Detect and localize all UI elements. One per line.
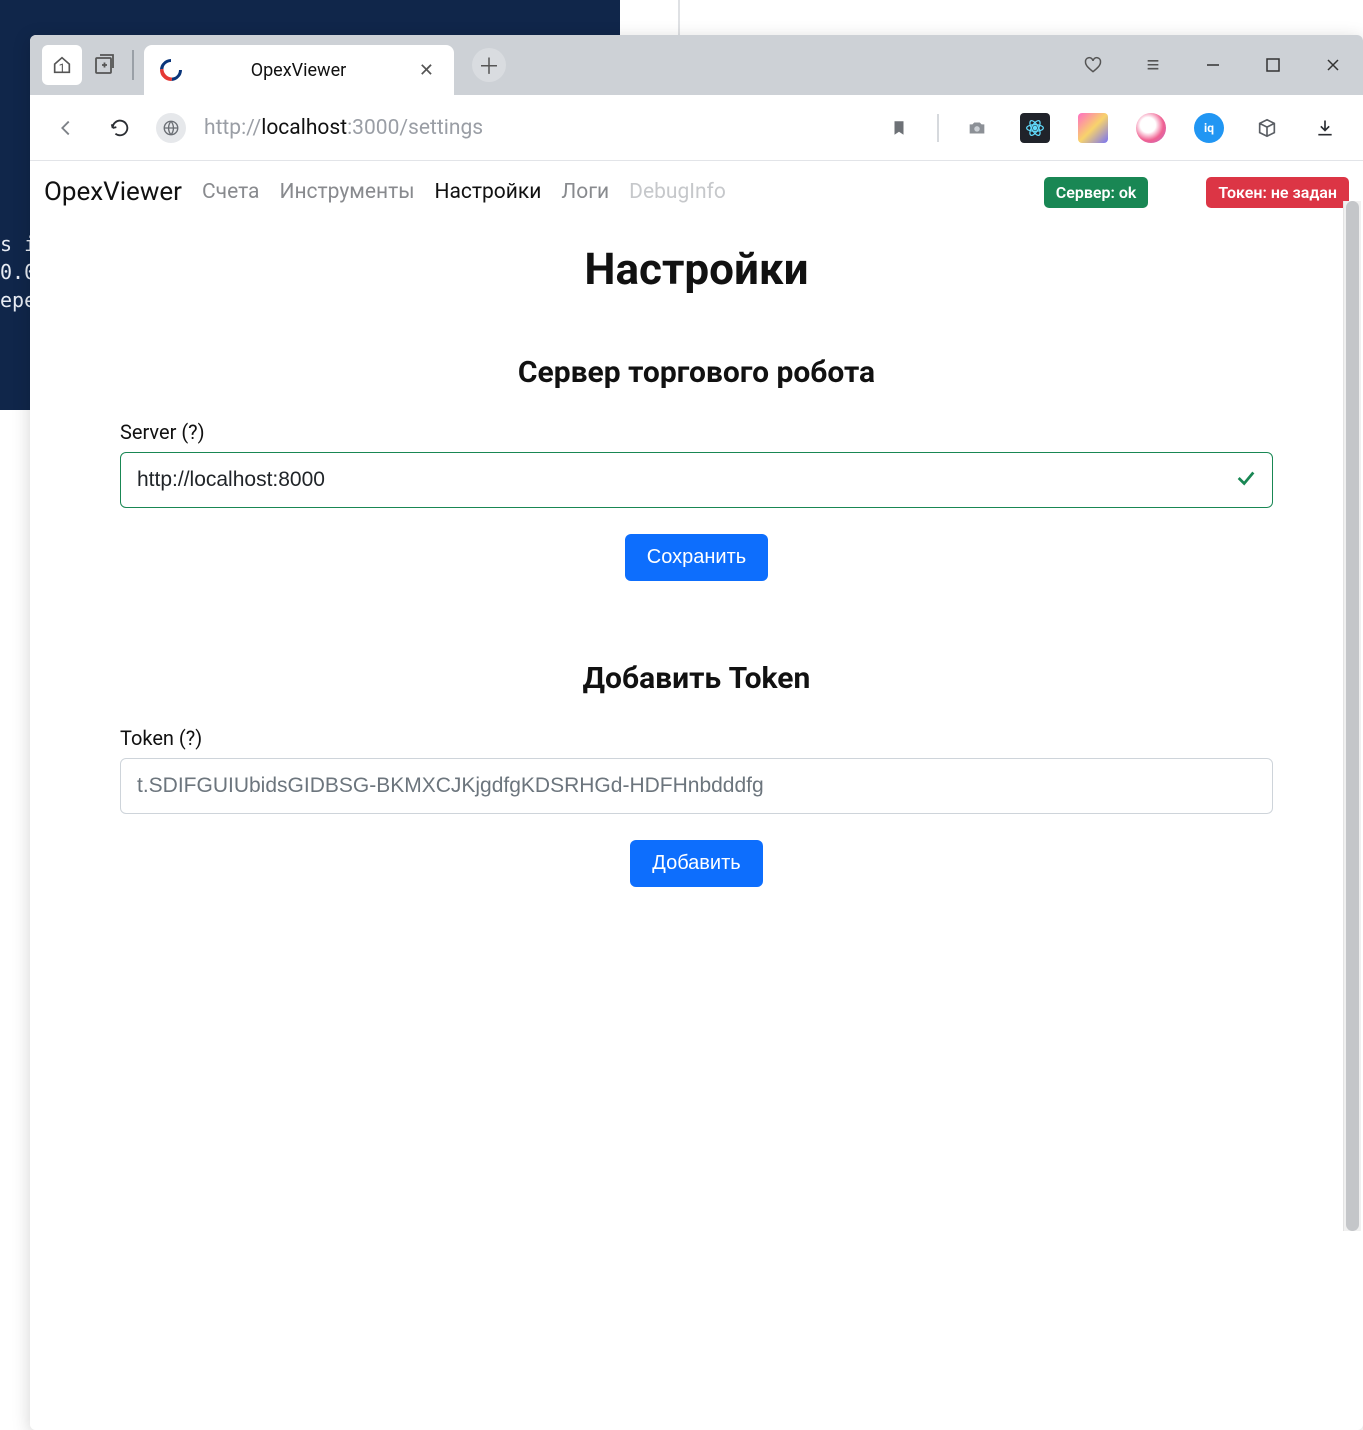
nav-link-logs[interactable]: Логи — [561, 180, 609, 204]
page-viewport: OpexViewer Счета Инструменты Настройки Л… — [30, 161, 1363, 1430]
iq-extension-icon[interactable]: iq — [1189, 108, 1229, 148]
browser-window: 1 OpexViewer ✕ ＋ — [30, 35, 1363, 1430]
tab-favicon-icon — [155, 54, 186, 85]
site-info-button[interactable] — [156, 113, 186, 143]
downloads-button[interactable] — [1305, 108, 1345, 148]
app-navbar: OpexViewer Счета Инструменты Настройки Л… — [30, 161, 1363, 223]
easy-setup-button[interactable]: ≡ — [1123, 52, 1183, 78]
browser-titlebar: 1 OpexViewer ✕ ＋ — [30, 35, 1363, 95]
new-tab-button[interactable]: ＋ — [472, 48, 506, 82]
extensions-button[interactable] — [1247, 108, 1287, 148]
url-host: localhost — [261, 116, 347, 140]
server-section-heading: Сервер торгового робота — [120, 355, 1273, 390]
window-maximize-button[interactable] — [1243, 45, 1303, 85]
nav-link-accounts[interactable]: Счета — [202, 180, 259, 204]
speed-dial-button[interactable]: 1 — [42, 45, 82, 85]
browser-tab[interactable]: OpexViewer ✕ — [144, 45, 454, 95]
nav-link-instruments[interactable]: Инструменты — [279, 180, 414, 204]
page-title: Настройки — [120, 243, 1273, 295]
bookmark-page-button[interactable] — [879, 108, 919, 148]
pink-extension-icon[interactable] — [1131, 108, 1171, 148]
tab-count: 1 — [59, 61, 66, 75]
token-status-badge: Токен: не задан — [1206, 177, 1349, 208]
window-minimize-button[interactable] — [1183, 45, 1243, 85]
token-section: Добавить Token Token (?) Добавить — [120, 661, 1273, 887]
token-section-heading: Добавить Token — [120, 661, 1273, 696]
url-path: :3000/settings — [347, 116, 483, 140]
page-scrollbar[interactable] — [1343, 201, 1361, 1231]
server-url-input[interactable] — [120, 452, 1273, 508]
tab-title: OpexViewer — [194, 60, 403, 81]
toolbar-separator — [937, 114, 939, 142]
tab-close-button[interactable]: ✕ — [415, 56, 438, 85]
url-scheme: http:// — [204, 116, 261, 140]
window-close-button[interactable] — [1303, 45, 1363, 85]
gradient-extension-icon[interactable] — [1073, 108, 1113, 148]
valid-check-icon — [1235, 467, 1257, 493]
token-input[interactable] — [120, 758, 1273, 814]
nav-link-settings[interactable]: Настройки — [435, 180, 542, 204]
react-devtools-extension-icon[interactable] — [1015, 108, 1055, 148]
add-token-button[interactable]: Добавить — [630, 840, 762, 887]
scrollbar-thumb[interactable] — [1346, 201, 1359, 1231]
app-brand[interactable]: OpexViewer — [44, 177, 182, 207]
bookmarks-heart-icon[interactable] — [1063, 55, 1123, 75]
server-input-label: Server (?) — [120, 420, 1273, 444]
url-text[interactable]: http://localhost:3000/settings — [204, 116, 483, 140]
save-server-button[interactable]: Сохранить — [625, 534, 768, 581]
token-input-label: Token (?) — [120, 726, 1273, 750]
tab-separator — [132, 50, 134, 80]
snapshot-extension-icon[interactable] — [957, 108, 997, 148]
nav-back-button[interactable] — [48, 110, 84, 146]
nav-link-debuginfo: DebugInfo — [629, 180, 726, 204]
workspaces-button[interactable] — [86, 47, 122, 83]
server-section: Сервер торгового робота Server (?) Сохра… — [120, 355, 1273, 581]
page-content: Настройки Сервер торгового робота Server… — [30, 223, 1363, 1007]
server-status-badge: Сервер: ok — [1044, 177, 1149, 208]
browser-address-bar: http://localhost:3000/settings iq — [30, 95, 1363, 161]
nav-reload-button[interactable] — [102, 110, 138, 146]
